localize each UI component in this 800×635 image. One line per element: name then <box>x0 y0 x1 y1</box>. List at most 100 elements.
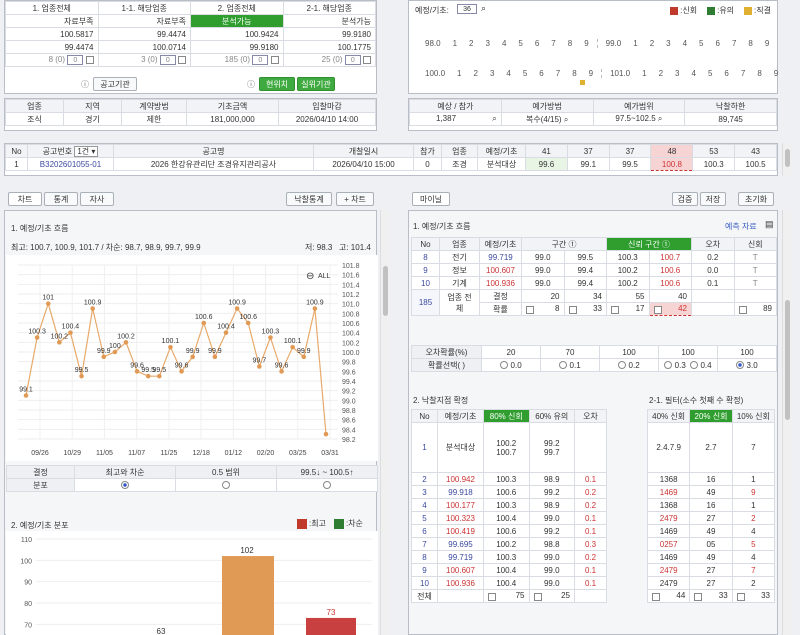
data-point[interactable] <box>201 320 207 326</box>
radio[interactable] <box>323 481 331 490</box>
data-point[interactable] <box>279 369 284 374</box>
win-stats-button[interactable]: 낙찰통계 <box>286 192 332 206</box>
save-button[interactable]: 저장 <box>700 192 726 206</box>
table-row[interactable]: 2 100.942 100.3 98.9 0.1 <box>411 472 607 486</box>
forecast-cell[interactable]: 4 <box>506 69 510 78</box>
bar[interactable] <box>222 556 274 635</box>
scroll-thumb[interactable] <box>383 266 388 316</box>
tab-chart[interactable]: 차트 <box>8 192 42 206</box>
checkbox[interactable] <box>85 56 94 64</box>
bar[interactable] <box>306 617 356 635</box>
table-row[interactable]: 10 100.936 100.4 99.0 0.1 <box>411 576 607 590</box>
table-row[interactable]: 8 99.719 100.3 99.0 0.2 <box>411 550 607 564</box>
data-point[interactable] <box>223 330 229 335</box>
data-point[interactable] <box>79 373 84 379</box>
radio[interactable] <box>222 481 230 490</box>
data-point[interactable] <box>290 344 295 350</box>
reset-button[interactable]: 초기화 <box>738 192 774 206</box>
table-row[interactable]: 9 100.607 100.4 99.0 0.1 <box>411 563 607 577</box>
current-position-button[interactable]: 현위치 <box>259 77 295 91</box>
forecast-cell[interactable]: 1 <box>453 39 457 48</box>
forecast-cell[interactable]: 2 <box>473 69 477 78</box>
forecast-cell[interactable]: 6 <box>724 69 728 78</box>
forecast-cell[interactable]: 7 <box>732 39 736 48</box>
scrollbar[interactable] <box>782 210 792 635</box>
forecast-cell[interactable]: 2 <box>659 69 663 78</box>
forecast-cell[interactable]: 5 <box>708 69 712 78</box>
zoom-icon[interactable]: ⊖ <box>306 271 314 282</box>
tab-company[interactable]: 자사 <box>80 192 114 206</box>
forecast-cell[interactable]: 8 <box>757 69 761 78</box>
checkbox[interactable] <box>694 593 703 601</box>
add-chart-button[interactable]: + 차트 <box>336 192 374 206</box>
live-org-button[interactable]: 실위기관 <box>297 77 335 91</box>
table-row[interactable]: 4 100.177 100.3 98.9 0.2 <box>411 498 607 512</box>
radio[interactable] <box>690 361 699 370</box>
table-row[interactable]: 1469 49 4 <box>646 524 776 538</box>
data-point[interactable] <box>212 354 218 360</box>
checkbox[interactable] <box>533 593 542 601</box>
forecast-cell[interactable]: 9 <box>765 39 769 48</box>
table-row[interactable]: 1368 16 1 <box>646 498 776 512</box>
table-row[interactable]: 2479 27 2 <box>646 576 776 590</box>
data-point[interactable] <box>34 335 40 340</box>
data-point[interactable] <box>123 340 129 345</box>
forecast-cell[interactable]: 3 <box>666 39 670 48</box>
forecast-cell[interactable]: 5 <box>523 69 527 78</box>
table-row[interactable]: 8 전기 99.719 99.0 99.5 100.3 100.7 0.2 T <box>411 250 777 264</box>
checkbox[interactable] <box>178 56 186 64</box>
bid-number-link[interactable]: B3202601055-01 <box>27 157 114 171</box>
table-row[interactable]: 2479 27 7 <box>646 563 776 577</box>
forecast-cell[interactable]: 8 <box>748 39 752 48</box>
help-icon[interactable]: ⓘ <box>81 79 89 90</box>
checkbox[interactable] <box>270 56 279 64</box>
count-input[interactable]: 0 <box>252 55 269 65</box>
count-input[interactable]: 0 <box>67 55 84 65</box>
forecast-cell[interactable]: 9 <box>584 39 588 48</box>
search-icon[interactable]: ⌕ <box>492 114 496 123</box>
forecast-cell[interactable]: 1 <box>633 39 637 48</box>
zoom-all-label[interactable]: ALL <box>318 273 331 280</box>
forecast-cell[interactable]: 100.0 <box>425 69 445 78</box>
tab-stats[interactable]: 통계 <box>44 192 78 206</box>
data-point[interactable] <box>68 330 73 335</box>
forecast-cell[interactable]: 9 <box>589 69 593 78</box>
data-point[interactable] <box>145 373 151 379</box>
forecast-cell[interactable]: 7 <box>556 69 560 78</box>
forecast-data-link[interactable]: 예측 자료 <box>725 221 757 232</box>
data-point[interactable] <box>157 373 162 379</box>
radio[interactable] <box>736 361 745 370</box>
count-input[interactable]: 0 <box>159 55 176 65</box>
checkbox[interactable] <box>488 593 496 601</box>
table-row[interactable]: 1 B3202601055-01 2026 한강유관리단 조경유지관리공사 20… <box>5 157 777 171</box>
forecast-cell[interactable]: 2 <box>469 39 473 48</box>
forecast-cell[interactable]: 6 <box>539 69 543 78</box>
table-row[interactable]: 9 정보 100.607 99.0 99.4 100.2 100.6 0.0 T <box>411 263 777 277</box>
scrollbar[interactable] <box>782 143 792 176</box>
forecast-cell[interactable]: 2 <box>650 39 654 48</box>
data-point[interactable] <box>245 320 251 326</box>
table-row[interactable]: 2479 27 2 <box>646 511 776 525</box>
data-point[interactable] <box>168 344 173 350</box>
data-point[interactable] <box>301 354 307 360</box>
search-icon[interactable]: ⌕ <box>481 3 486 14</box>
data-point[interactable] <box>312 306 318 311</box>
data-point[interactable] <box>90 306 95 311</box>
document-icon[interactable]: ▤ <box>765 219 774 230</box>
table-row[interactable]: 1469 49 9 <box>646 485 776 499</box>
notice-org-button[interactable]: 공고기관 <box>93 77 137 91</box>
table-row[interactable]: 10 기계 100.936 99.0 99.4 100.2 100.6 0.1 T <box>411 276 777 290</box>
help-icon[interactable]: ⓘ <box>247 79 255 90</box>
checkbox[interactable] <box>653 306 662 314</box>
checkbox[interactable] <box>526 306 534 314</box>
scroll-thumb[interactable] <box>785 300 790 420</box>
data-point[interactable] <box>134 369 140 374</box>
forecast-cell[interactable]: 8 <box>572 69 576 78</box>
table-row[interactable]: 1469 49 4 <box>646 550 776 564</box>
checkbox[interactable] <box>568 306 577 314</box>
data-point[interactable] <box>257 364 262 369</box>
checkbox[interactable] <box>736 593 745 601</box>
forecast-cell[interactable]: 6 <box>535 39 539 48</box>
forecast-cell[interactable]: 4 <box>692 69 696 78</box>
forecast-cell[interactable]: 4 <box>683 39 687 48</box>
